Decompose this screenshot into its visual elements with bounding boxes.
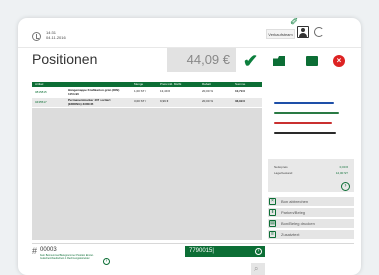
action-park[interactable]: ‖ Parken/Beleg bbox=[268, 208, 354, 217]
col-quantity: Menge bbox=[134, 82, 144, 86]
table-header: Artikel Menge Preis inkl. MwSt Rabatt Su… bbox=[32, 82, 262, 87]
col-discount: Rabatt bbox=[202, 82, 211, 86]
list-icon: ≡ bbox=[269, 231, 276, 238]
avatar[interactable] bbox=[297, 26, 309, 38]
x-icon: × bbox=[269, 198, 276, 205]
pin-icon[interactable]: ✐ bbox=[290, 18, 298, 28]
col-price: Preis inkl. MwSt bbox=[160, 82, 182, 86]
article-info: Nettopreis 0,00 € Lagerbestand 12,00 ST … bbox=[268, 159, 354, 192]
row-code: 0435517 bbox=[35, 100, 47, 104]
close-icon[interactable]: × bbox=[333, 55, 345, 67]
hash-icon: # bbox=[32, 246, 38, 256]
user-button[interactable]: Verkaufsteam bbox=[266, 29, 295, 39]
date-text: 04.11.2016 bbox=[46, 35, 66, 40]
article-image bbox=[268, 82, 354, 149]
stock-label: Lagerbestand bbox=[274, 171, 293, 175]
row-description: Permanentmarker 407 sortiert (EDDING) 33… bbox=[68, 98, 111, 106]
pen-red-image bbox=[274, 122, 332, 124]
refresh-icon[interactable] bbox=[314, 27, 324, 37]
arrow-right-icon[interactable]: › bbox=[255, 248, 262, 255]
row-price: 13,49 € bbox=[160, 89, 171, 93]
pen-blue-image bbox=[274, 102, 334, 104]
row-quantity: 1,00 ST / bbox=[134, 89, 147, 93]
row-discount: 20,00 % bbox=[202, 99, 214, 103]
date-time: 14:31 04.11.2016 bbox=[46, 30, 66, 40]
action-label: Parken/Beleg bbox=[281, 210, 306, 215]
action-cancel[interactable]: × Bon abbrechen bbox=[268, 197, 354, 206]
arrow-right-icon[interactable]: › bbox=[341, 182, 350, 191]
price-label: Nettopreis bbox=[274, 165, 288, 169]
bottom-divider bbox=[32, 243, 354, 244]
pen-black-image bbox=[274, 132, 336, 134]
row-code: 0815815 bbox=[35, 90, 47, 94]
order-description: Kein Bonnummer/Belegnummer Position Einz… bbox=[40, 254, 94, 260]
scan-input[interactable]: 7790015| › bbox=[185, 246, 265, 257]
page-title: Positionen bbox=[32, 51, 98, 67]
table-row[interactable]: 0815815 Hängemappe Kraftkarton grün (DIN… bbox=[32, 88, 262, 97]
confirm-check-icon[interactable]: ✔ bbox=[243, 51, 258, 71]
pos-window: 14:31 04.11.2016 Verkaufsteam Positionen… bbox=[18, 18, 361, 275]
table-row[interactable]: 0435517 Permanentmarker 407 sortiert (ED… bbox=[32, 98, 262, 107]
action-label: Zusatztext bbox=[281, 232, 300, 237]
row-discount: 20,00 % bbox=[202, 89, 214, 93]
row-quantity: 3,00 ST / bbox=[134, 99, 147, 103]
action-label: Bon abbrechen bbox=[281, 199, 309, 204]
action-label: Bon/Beleg drucken bbox=[281, 221, 315, 226]
table-empty-area bbox=[32, 108, 262, 240]
pause-icon: ‖ bbox=[269, 209, 276, 216]
stock-value: 12,00 ST bbox=[335, 171, 348, 175]
order-number: 00003 bbox=[40, 247, 57, 253]
col-article: Artikel bbox=[35, 82, 44, 86]
printer-icon[interactable] bbox=[306, 56, 318, 66]
row-sum: 10,79 € bbox=[235, 89, 246, 93]
scan-value: 7790015| bbox=[189, 248, 214, 254]
col-sum: Summe bbox=[235, 82, 246, 86]
row-price: 9,99 € bbox=[160, 99, 169, 103]
print-icon: ▤ bbox=[269, 220, 276, 227]
folder-icon[interactable] bbox=[273, 56, 285, 66]
arrow-right-icon[interactable]: › bbox=[103, 258, 110, 265]
row-sum: 33,99 € bbox=[235, 99, 246, 103]
search-icon: ⌕ bbox=[254, 264, 259, 273]
row-description: Hängemappe Kraftkarton grün (DIN) 1154-9… bbox=[68, 88, 120, 96]
clock-icon bbox=[32, 32, 41, 41]
price-value: 0,00 € bbox=[339, 165, 348, 169]
search-button[interactable]: ⌕ bbox=[251, 263, 265, 275]
total-display: 44,09 € bbox=[167, 48, 236, 72]
pen-green-image bbox=[274, 112, 339, 114]
action-text[interactable]: ≡ Zusatztext bbox=[268, 230, 354, 239]
action-print[interactable]: ▤ Bon/Beleg drucken bbox=[268, 219, 354, 228]
